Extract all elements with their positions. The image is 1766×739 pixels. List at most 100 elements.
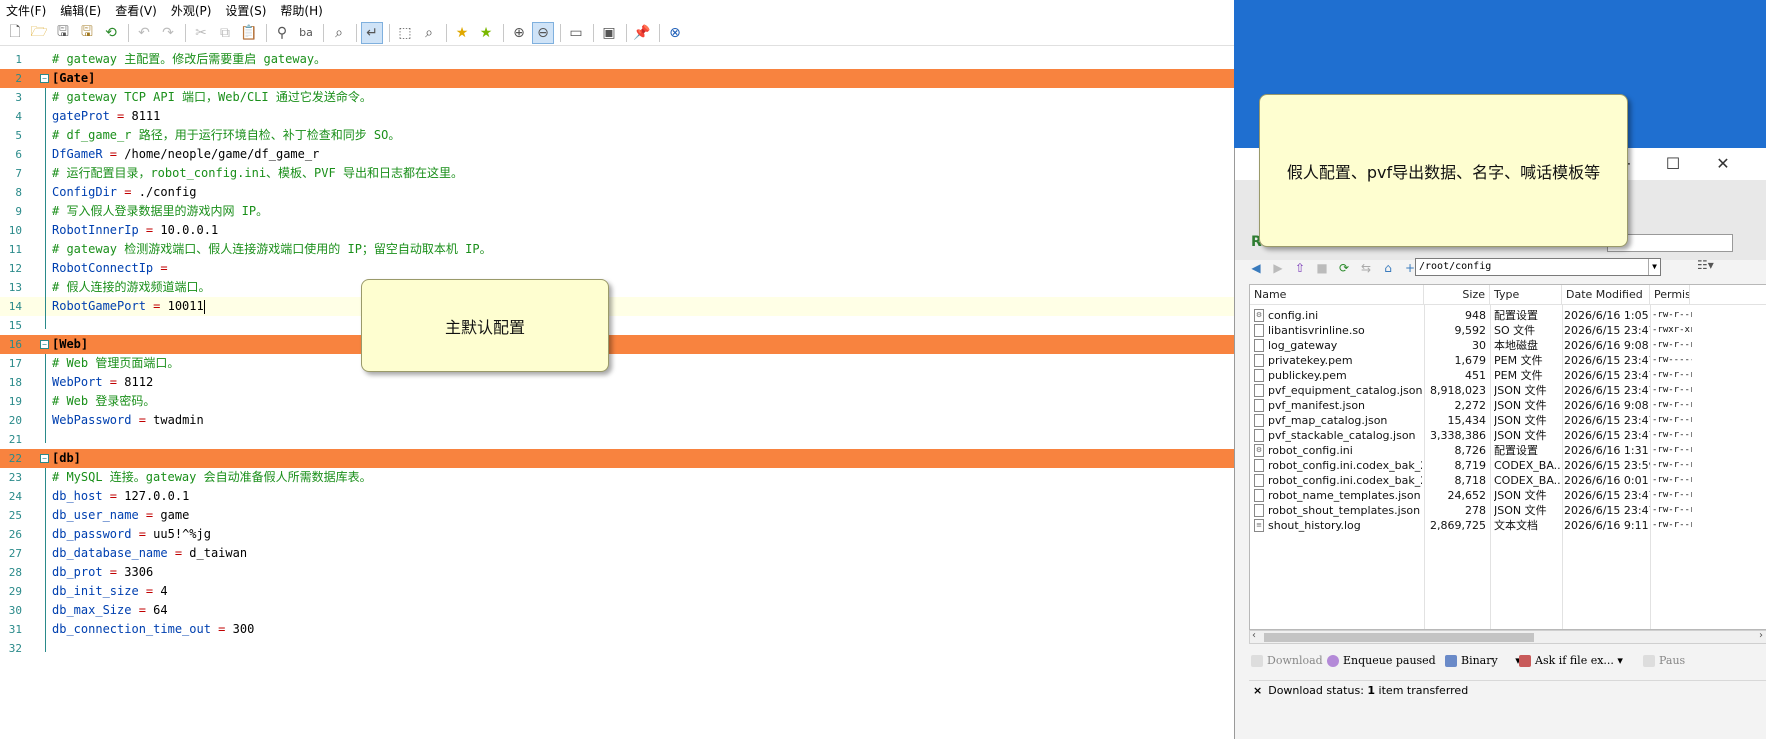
scheme-icon[interactable]: ▭ <box>565 22 587 44</box>
replace-icon[interactable]: ba <box>295 22 317 44</box>
menu-settings[interactable]: 设置(S) <box>225 2 266 19</box>
code-line[interactable]: 27 db_database_name = d_taiwan <box>0 544 1234 563</box>
download-button[interactable]: Download <box>1251 654 1323 667</box>
code-line[interactable]: 4 gateProt = 8111 <box>0 107 1234 126</box>
code-line[interactable]: 25 db_user_name = game <box>0 506 1234 525</box>
select-icon[interactable]: ⬚ <box>394 22 416 44</box>
column-header-name[interactable]: Name <box>1250 285 1424 305</box>
code-line[interactable]: 1 # gateway 主配置。修改后需要重启 gateway。 <box>0 50 1234 69</box>
code-line[interactable]: 12 RobotConnectIp = <box>0 259 1234 278</box>
path-dropdown-icon[interactable]: ▼ <box>1648 259 1660 275</box>
code-line[interactable]: 29 db_init_size = 4 <box>0 582 1234 601</box>
equals-sign: = <box>138 223 161 237</box>
code-line[interactable]: 6 DfGameR = /home/neople/game/df_game_r <box>0 145 1234 164</box>
back-icon[interactable]: ◀ <box>1247 259 1265 277</box>
code-line[interactable]: 21 <box>0 430 1234 449</box>
code-line[interactable]: 3 # gateway TCP API 端口，Web/CLI 通过它发送命令。 <box>0 88 1234 107</box>
remote-path-input[interactable]: /root/config ▼ <box>1415 258 1661 276</box>
config-value: game <box>160 508 190 522</box>
column-header-type[interactable]: Type <box>1490 285 1562 305</box>
code-line[interactable]: 18 WebPort = 8112 <box>0 373 1234 392</box>
code-line[interactable]: 31 db_connection_time_out = 300 <box>0 620 1234 639</box>
code-line[interactable]: 5 # df_game_r 路径，用于运行环境自检、补丁检查和同步 SO。 <box>0 126 1234 145</box>
scroll-right-icon[interactable]: › <box>1759 630 1763 641</box>
code-line[interactable]: 7 # 运行配置目录，robot_config.ini、模板、PVF 导出和日志都… <box>0 164 1234 183</box>
menu-view[interactable]: 查看(V) <box>115 2 157 19</box>
menu-help[interactable]: 帮助(H) <box>280 2 322 19</box>
code-line[interactable]: 22 − [db] <box>0 449 1234 468</box>
reload-icon[interactable]: ⟲ <box>100 22 122 44</box>
close-circle-icon[interactable]: ⊗ <box>664 22 686 44</box>
fold-toggle-icon[interactable]: − <box>40 454 49 463</box>
code-editor[interactable]: 1 # gateway 主配置。修改后需要重启 gateway。 2− [Gate] 3… <box>0 48 1234 739</box>
code-line[interactable]: 26 db_password = uu5!^%jg <box>0 525 1234 544</box>
save-icon[interactable]: 🖫 <box>52 22 74 44</box>
copy-icon[interactable]: ⧉ <box>214 22 236 44</box>
zoom-search-icon[interactable]: ⌕ <box>418 22 440 44</box>
open-folder-icon[interactable]: 🗁 <box>28 22 50 44</box>
code-line[interactable]: 17 # Web 管理页面端口。 <box>0 354 1234 373</box>
parent-folder-icon[interactable]: ⇧ <box>1291 259 1309 277</box>
code-line[interactable]: 10 RobotInnerIp = 10.0.0.1 <box>0 221 1234 240</box>
fold-toggle-icon[interactable]: − <box>40 340 49 349</box>
zoom-out-icon[interactable]: ⊖ <box>532 21 554 44</box>
code-line[interactable]: 9 # 写入假人登录数据里的游戏内网 IP。 <box>0 202 1234 221</box>
remote-file-list[interactable]: Name Size Type Date Modified Permis ⚙ con… <box>1249 284 1766 630</box>
file-row[interactable]: ≡ shout_history.log 2,869,725 文本文档 2026/6/16… <box>1250 517 1766 534</box>
code-line[interactable]: 24 db_host = 127.0.0.1 <box>0 487 1234 506</box>
sync-icon[interactable]: ⇆ <box>1357 259 1375 277</box>
cut-icon[interactable]: ✂ <box>190 22 212 44</box>
scrollbar-thumb[interactable] <box>1264 633 1534 642</box>
paste-icon[interactable]: 📋 <box>238 22 260 44</box>
column-header-size[interactable]: Size <box>1424 285 1490 305</box>
code-line[interactable]: 28 db_prot = 3306 <box>0 563 1234 582</box>
stop-icon[interactable]: ■ <box>1313 259 1331 277</box>
line-number: 9 <box>15 205 22 218</box>
redo-icon[interactable]: ↷ <box>157 22 179 44</box>
code-line[interactable]: 13 # 假人连接的游戏频道端口。 <box>0 278 1234 297</box>
status-close-icon[interactable]: × <box>1253 684 1262 697</box>
find-icon[interactable]: ⚲ <box>271 22 293 44</box>
column-header-date[interactable]: Date Modified <box>1562 285 1650 305</box>
file-exists-action-select[interactable]: Ask if file ex... ▾ <box>1519 654 1623 667</box>
binary-mode-select[interactable]: Binary ▾ <box>1445 654 1521 667</box>
enqueue-paused-toggle[interactable]: Enqueue paused <box>1327 654 1436 667</box>
forward-icon[interactable]: ▶ <box>1269 259 1287 277</box>
code-line[interactable]: 15 <box>0 316 1234 335</box>
fold-toggle-icon[interactable]: − <box>40 74 49 83</box>
console-icon[interactable]: ▣ <box>598 22 620 44</box>
code-line[interactable]: 20 WebPassword = twadmin <box>0 411 1234 430</box>
code-line[interactable]: 30 db_max_Size = 64 <box>0 601 1234 620</box>
toolbar-separator <box>659 23 660 42</box>
code-line[interactable]: 11 # gateway 检测游戏端口、假人连接游戏端口使用的 IP；留空自动取本… <box>0 240 1234 259</box>
menu-appearance[interactable]: 外观(P) <box>171 2 212 19</box>
column-header-permissions[interactable]: Permis <box>1650 285 1690 305</box>
close-icon[interactable]: ✕ <box>1713 154 1733 174</box>
code-line[interactable]: 23 # MySQL 连接。gateway 会自动准备假人所需数据库表。 <box>0 468 1234 487</box>
pause-button[interactable]: Paus <box>1643 654 1685 667</box>
view-mode-icon[interactable]: ☷▾ <box>1697 258 1721 276</box>
bookmark-add-icon[interactable]: ★ <box>475 22 497 44</box>
menu-edit[interactable]: 编辑(E) <box>60 2 101 19</box>
new-file-icon[interactable]: 🗋 <box>4 22 26 44</box>
code-line[interactable]: 2 − [Gate] <box>0 69 1234 88</box>
undo-icon[interactable]: ↶ <box>133 22 155 44</box>
code-line[interactable]: 32 <box>0 639 1234 658</box>
home-icon[interactable]: ⌂ <box>1379 259 1397 277</box>
find-in-files-icon[interactable]: ⌕ <box>328 22 350 44</box>
maximize-icon[interactable]: ☐ <box>1663 154 1683 174</box>
code-line[interactable]: 8 ConfigDir = ./config <box>0 183 1234 202</box>
bookmark-icon[interactable]: ★ <box>451 22 473 44</box>
code-line[interactable]: 19 # Web 登录密码。 <box>0 392 1234 411</box>
pin-icon[interactable]: 📌 <box>631 22 653 44</box>
save-all-icon[interactable]: 🖫 <box>76 22 98 44</box>
menu-file[interactable]: 文件(F) <box>6 2 46 19</box>
scroll-left-icon[interactable]: ‹ <box>1252 630 1256 641</box>
equals-sign: = <box>138 584 161 598</box>
refresh-icon[interactable]: ⟳ <box>1335 259 1353 277</box>
zoom-in-icon[interactable]: ⊕ <box>508 22 530 44</box>
horizontal-scrollbar[interactable]: ‹ › <box>1249 630 1766 644</box>
code-line[interactable]: 14 RobotGamePort = 10011 <box>0 297 1234 316</box>
word-wrap-icon[interactable]: ↵ <box>361 21 383 44</box>
code-line[interactable]: 16 − [Web] <box>0 335 1234 354</box>
